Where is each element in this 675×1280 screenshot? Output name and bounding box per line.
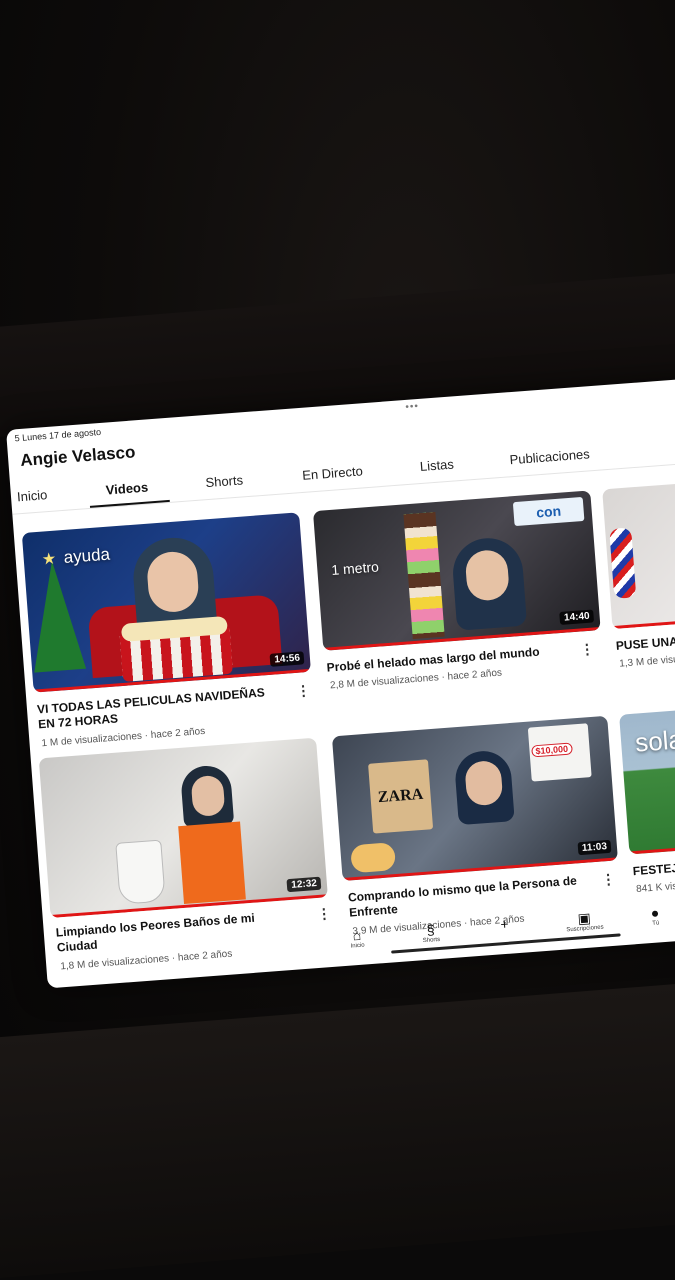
- tab-listas[interactable]: Listas: [419, 457, 454, 475]
- multitask-grabber[interactable]: •••: [405, 401, 419, 413]
- more-options-icon[interactable]: ⋮: [601, 871, 616, 889]
- christmas-tree: [26, 559, 86, 673]
- donuts: [350, 842, 396, 873]
- nav-suscripciones[interactable]: ▣ Suscripciones: [554, 908, 615, 934]
- nav-label: Tú: [652, 920, 659, 927]
- ice-cream-tower: [403, 512, 444, 639]
- thumbnail-caption: 1 metro: [331, 558, 380, 578]
- nav-shorts[interactable]: § Shorts: [410, 920, 452, 945]
- toilet: [115, 840, 166, 905]
- video-thumbnail[interactable]: ZARA $10,000 11:03: [332, 716, 618, 881]
- store-sign: con: [513, 497, 585, 526]
- safety-vest: [178, 822, 246, 904]
- thumbnail-caption: sola: [634, 724, 675, 758]
- status-date: 5 Lunes 17 de agosto: [14, 427, 101, 443]
- plus-icon: +: [484, 915, 525, 934]
- video-meta: 1,3 M de visualiza: [619, 653, 675, 670]
- video-card[interactable]: ZARA $10,000 11:03 Comprando lo mismo qu…: [332, 715, 626, 935]
- active-tab-indicator: [90, 500, 170, 508]
- star-icon: ★: [41, 549, 57, 570]
- nav-inicio[interactable]: ⌂ Inicio: [336, 926, 378, 951]
- thumbnail-caption: ayuda: [63, 545, 111, 568]
- more-options-icon[interactable]: ⋮: [317, 905, 332, 923]
- duration-badge: 14:56: [270, 651, 304, 666]
- video-title[interactable]: PUSE UNA PEL: [615, 630, 675, 654]
- video-card[interactable]: sola FESTEJE MI 841 K visualiza: [619, 706, 675, 914]
- duration-badge: 11:03: [577, 840, 611, 855]
- tablet-screen-wrap: 5 Lunes 17 de agosto ••• Angie Velasco I…: [6, 378, 675, 1019]
- video-meta: 841 K visualiza: [636, 879, 675, 895]
- video-thumbnail[interactable]: con 1 metro 14:40: [313, 490, 601, 650]
- video-card[interactable]: 12:32 Limpiando los Peores Baños de mi C…: [39, 737, 343, 958]
- nav-label: Shorts: [423, 937, 441, 944]
- more-options-icon[interactable]: ⋮: [296, 682, 311, 700]
- tab-publicaciones[interactable]: Publicaciones: [509, 446, 590, 467]
- nav-create[interactable]: +: [484, 915, 525, 934]
- watch-progress-bar: [629, 842, 675, 854]
- watch-progress-bar: [612, 617, 675, 629]
- avatar-icon: ●: [639, 904, 670, 922]
- tablet-screen: 5 Lunes 17 de agosto ••• Angie Velasco I…: [6, 378, 675, 989]
- barber-pole-icon: [609, 527, 636, 598]
- video-card[interactable]: ★ ayuda 14:56 VI TODAS LAS PELICULAS NAV…: [22, 512, 318, 752]
- duration-badge: 12:32: [287, 877, 321, 892]
- shorts-icon: §: [410, 920, 451, 939]
- more-options-icon[interactable]: ⋮: [579, 641, 594, 659]
- video-card[interactable]: PUSE UNA PEL 1,3 M de visualiza: [602, 480, 675, 708]
- nav-label: Suscripciones: [566, 925, 604, 934]
- video-thumbnail[interactable]: 12:32: [39, 738, 328, 918]
- video-thumbnail[interactable]: [602, 480, 675, 629]
- channel-name: Angie Velasco: [20, 442, 136, 471]
- video-title[interactable]: VI TODAS LAS PELICULAS NAVIDEÑAS EN 72 H…: [37, 685, 269, 732]
- nav-tu[interactable]: ● Tú: [639, 904, 671, 928]
- home-icon: ⌂: [336, 926, 377, 945]
- tab-videos[interactable]: Videos: [105, 480, 148, 498]
- tab-shorts[interactable]: Shorts: [205, 472, 244, 490]
- video-title[interactable]: FESTEJE MI: [632, 855, 675, 879]
- video-thumbnail[interactable]: ★ ayuda 14:56: [22, 512, 311, 692]
- zara-bag: ZARA: [368, 759, 433, 833]
- video-thumbnail[interactable]: sola: [619, 706, 675, 855]
- tab-en-directo[interactable]: En Directo: [302, 463, 364, 483]
- nav-label: Inicio: [350, 943, 364, 950]
- tab-inicio[interactable]: Inicio: [16, 487, 47, 504]
- duration-badge: 14:40: [560, 609, 594, 624]
- video-card[interactable]: con 1 metro 14:40 Probé el helado mas la…: [313, 490, 609, 730]
